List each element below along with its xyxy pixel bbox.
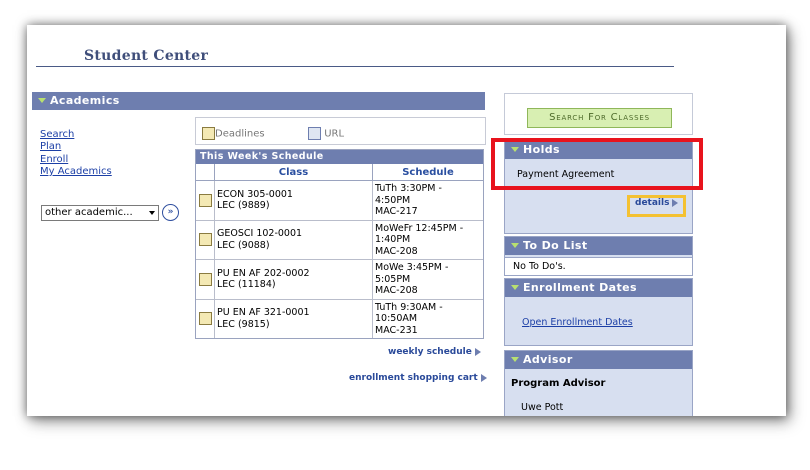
- weekly-schedule-link[interactable]: weekly schedule: [388, 347, 481, 357]
- class-deadline-icon[interactable]: [198, 233, 212, 247]
- class-name: PU EN AF 202-0002: [217, 267, 310, 279]
- class-name: PU EN AF 321-0001: [217, 307, 310, 319]
- other-academic-select-value: other academic...: [45, 207, 133, 218]
- search-for-classes-button[interactable]: Search For Classes: [527, 108, 672, 128]
- class-section: LEC (11184): [217, 279, 276, 291]
- schedule-time-end: 4:50PM: [375, 194, 411, 206]
- enrollment-dates-header[interactable]: Enrollment Dates: [505, 279, 692, 297]
- legend-deadlines[interactable]: Deadlines: [202, 127, 265, 140]
- calendar-deadline-icon: [202, 127, 215, 140]
- advisor-panel: Advisor Program Advisor Uwe Pott: [504, 350, 693, 416]
- schedule-time-end: 5:05PM: [375, 273, 411, 285]
- todo-panel: To Do List No To Do's.: [504, 236, 693, 276]
- schedule-room: MAC-231: [375, 324, 418, 336]
- collapse-triangle-icon[interactable]: [511, 243, 519, 248]
- table-row: PU EN AF 202-0002 LEC (11184) MoWe 3:45PM…: [196, 259, 483, 299]
- table-row: GEOSCI 102-0001 LEC (9088) MoWeFr 12:45PM…: [196, 219, 483, 260]
- my-academics-link[interactable]: My Academics: [40, 166, 112, 178]
- schedule-time: TuTh 3:30PM -: [375, 183, 442, 194]
- collapse-triangle-icon[interactable]: [511, 285, 519, 290]
- schedule-legend: Deadlines URL: [195, 117, 486, 145]
- todo-item: No To Do's.: [505, 257, 692, 275]
- collapse-triangle-icon[interactable]: [38, 98, 46, 103]
- class-section: LEC (9889): [217, 200, 270, 212]
- schedule-column-header: Schedule: [372, 164, 483, 181]
- weekly-schedule-grid: This Week's Schedule Class Schedule ECON…: [195, 149, 484, 339]
- todo-header[interactable]: To Do List: [505, 237, 692, 255]
- page-title: Student Center: [84, 48, 209, 64]
- other-academic-control: other academic... »: [41, 204, 179, 221]
- todo-header-label: To Do List: [523, 239, 588, 252]
- class-column-header: Class: [214, 164, 373, 181]
- schedule-time: MoWe 3:45PM -: [375, 262, 449, 273]
- dropdown-arrow-icon: [149, 211, 155, 215]
- schedule-table: Class Schedule ECON 305-0001 LEC (9889) T…: [196, 164, 483, 338]
- class-deadline-icon[interactable]: [198, 193, 212, 207]
- enroll-link[interactable]: Enroll: [40, 154, 112, 166]
- search-link[interactable]: Search: [40, 129, 112, 141]
- enrollment-dates-body: Open Enrollment Dates: [505, 297, 692, 328]
- legend-url[interactable]: URL: [308, 127, 344, 140]
- arrow-right-icon: [480, 373, 487, 382]
- schedule-time: TuTh 9:30AM -: [375, 301, 443, 313]
- collapse-triangle-icon[interactable]: [511, 357, 519, 362]
- schedule-time-end: 1:40PM: [375, 234, 411, 245]
- academics-header-label: Academics: [50, 94, 120, 107]
- url-monitor-icon: [308, 127, 321, 140]
- open-enrollment-dates-link[interactable]: Open Enrollment Dates: [522, 317, 633, 328]
- class-name: GEOSCI 102-0001: [217, 228, 303, 240]
- class-name: ECON 305-0001: [217, 188, 293, 200]
- schedule-room: MAC-208: [375, 285, 418, 296]
- table-row: ECON 305-0001 LEC (9889) TuTh 3:30PM -4:5…: [196, 180, 483, 220]
- advisor-name: Uwe Pott: [521, 402, 564, 413]
- enrollment-dates-panel: Enrollment Dates Open Enrollment Dates: [504, 278, 693, 346]
- shopping-cart-link[interactable]: enrollment shopping cart: [349, 373, 487, 383]
- enrollment-dates-header-label: Enrollment Dates: [523, 281, 637, 294]
- schedule-time: MoWeFr 12:45PM -: [375, 222, 464, 234]
- title-divider: [36, 66, 674, 67]
- schedule-room: MAC-217: [375, 206, 418, 217]
- legend-url-label: URL: [324, 128, 345, 140]
- advisor-role: Program Advisor: [511, 378, 606, 389]
- search-classes-box: Search For Classes: [504, 93, 693, 135]
- advisor-header[interactable]: Advisor: [505, 351, 692, 369]
- academics-header[interactable]: Academics: [32, 92, 485, 110]
- other-academic-select[interactable]: other academic...: [41, 205, 159, 221]
- schedule-time-end: 10:50AM: [375, 313, 418, 324]
- details-highlight-box: [627, 195, 686, 217]
- plan-link[interactable]: Plan: [40, 141, 112, 153]
- class-section: LEC (9088): [217, 239, 270, 251]
- class-section: LEC (9815): [217, 318, 270, 330]
- class-deadline-icon[interactable]: [198, 312, 212, 326]
- weekly-schedule-link-label: weekly schedule: [388, 347, 472, 357]
- academics-links: Search Plan Enroll My Academics: [40, 129, 112, 178]
- schedule-title: This Week's Schedule: [196, 150, 483, 164]
- double-chevron-right-icon: »: [167, 207, 174, 217]
- legend-deadlines-label: Deadlines: [215, 128, 265, 140]
- arrow-right-icon: [474, 347, 481, 356]
- shopping-cart-link-label: enrollment shopping cart: [349, 373, 478, 383]
- schedule-room: MAC-208: [375, 245, 418, 257]
- table-row: PU EN AF 321-0001 LEC (9815) TuTh 9:30AM …: [196, 298, 483, 338]
- student-center-page: Student Center Academics Search Plan Enr…: [27, 25, 786, 416]
- advisor-header-label: Advisor: [523, 353, 573, 366]
- go-button[interactable]: »: [162, 204, 179, 221]
- icon-column-header: [196, 164, 215, 181]
- class-deadline-icon[interactable]: [198, 272, 212, 286]
- holds-highlight-box: [491, 138, 703, 190]
